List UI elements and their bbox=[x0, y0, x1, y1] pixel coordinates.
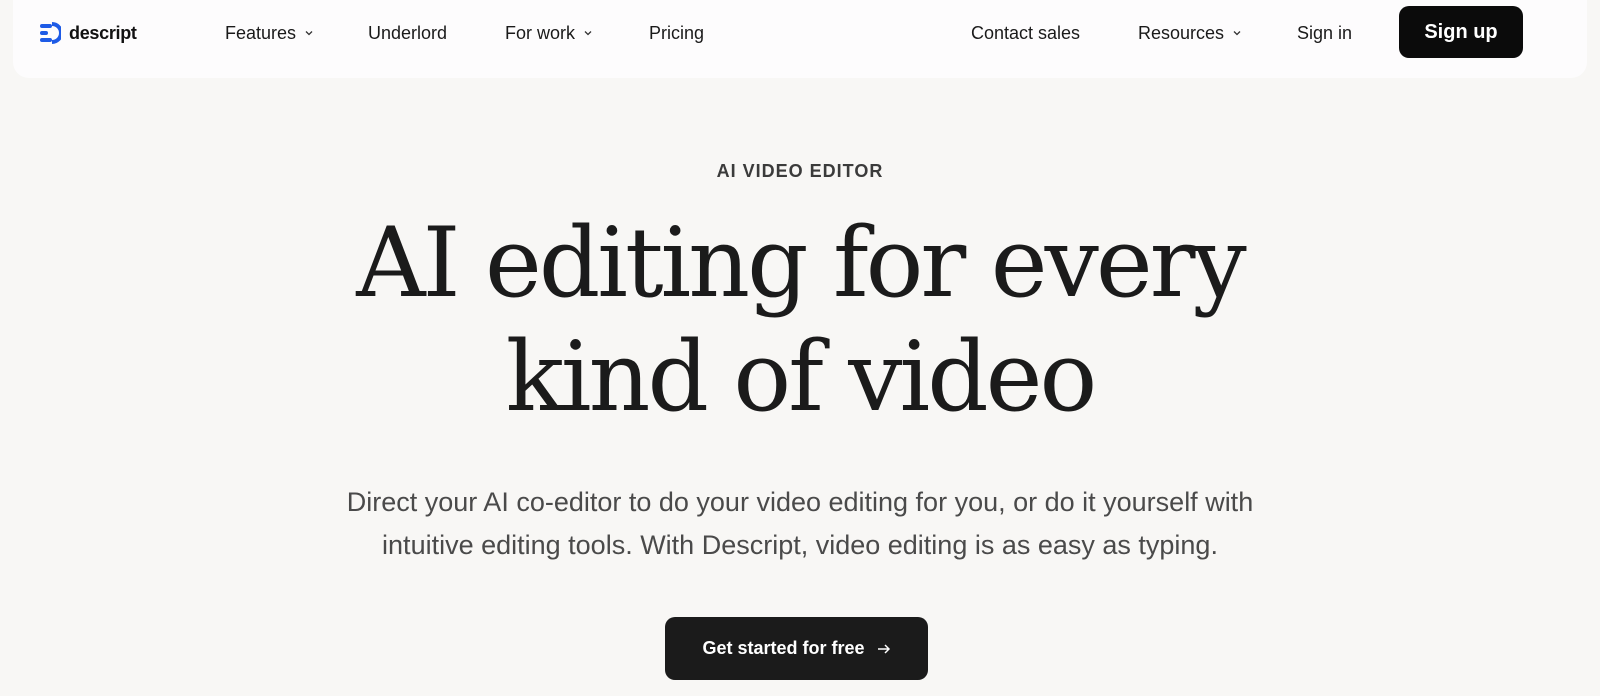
nav-resources-label: Resources bbox=[1138, 22, 1225, 43]
nav-features-label: Features bbox=[225, 22, 297, 43]
chevron-down-icon bbox=[305, 31, 313, 36]
hero-subtitle-line-1: Direct your AI co-editor to do your vide… bbox=[346, 487, 1254, 517]
descript-logo-icon bbox=[40, 22, 61, 44]
nav-resources[interactable]: Resources bbox=[1138, 20, 1242, 46]
sign-up-button[interactable]: Sign up bbox=[1399, 6, 1523, 58]
nav-for-work-label: For work bbox=[505, 22, 576, 43]
chevron-down-icon bbox=[584, 31, 592, 36]
nav-underlord-label: Underlord bbox=[368, 22, 448, 43]
top-navigation: descript Features Underlord For work Pri… bbox=[13, 0, 1587, 78]
hero-headline: AI editing for every kind of video bbox=[0, 206, 1600, 434]
nav-features[interactable]: Features bbox=[225, 20, 314, 46]
hero-headline-line-2: kind of video bbox=[505, 321, 1098, 433]
nav-underlord[interactable]: Underlord bbox=[368, 20, 447, 46]
arrow-right-icon bbox=[877, 643, 890, 654]
get-started-label: Get started for free bbox=[702, 638, 865, 658]
nav-sign-in[interactable]: Sign in bbox=[1297, 20, 1352, 46]
nav-sign-in-label: Sign in bbox=[1297, 22, 1353, 43]
nav-contact-sales-label: Contact sales bbox=[971, 22, 1081, 43]
nav-pricing[interactable]: Pricing bbox=[649, 20, 704, 46]
hero-headline-line-1: AI editing for every bbox=[356, 207, 1247, 319]
logo-link[interactable]: descript bbox=[39, 20, 137, 46]
get-started-button[interactable]: Get started for free bbox=[665, 617, 928, 680]
chevron-down-icon bbox=[1233, 31, 1241, 36]
nav-contact-sales[interactable]: Contact sales bbox=[971, 20, 1080, 46]
nav-for-work[interactable]: For work bbox=[505, 20, 593, 46]
logo-text: descript bbox=[69, 22, 137, 43]
nav-pricing-label: Pricing bbox=[649, 22, 705, 43]
hero-subtitle: Direct your AI co-editor to do your vide… bbox=[0, 481, 1600, 567]
hero-subtitle-line-2: intuitive editing tools. With Descript, … bbox=[382, 530, 1218, 560]
hero-eyebrow: AI VIDEO EDITOR bbox=[716, 161, 884, 181]
